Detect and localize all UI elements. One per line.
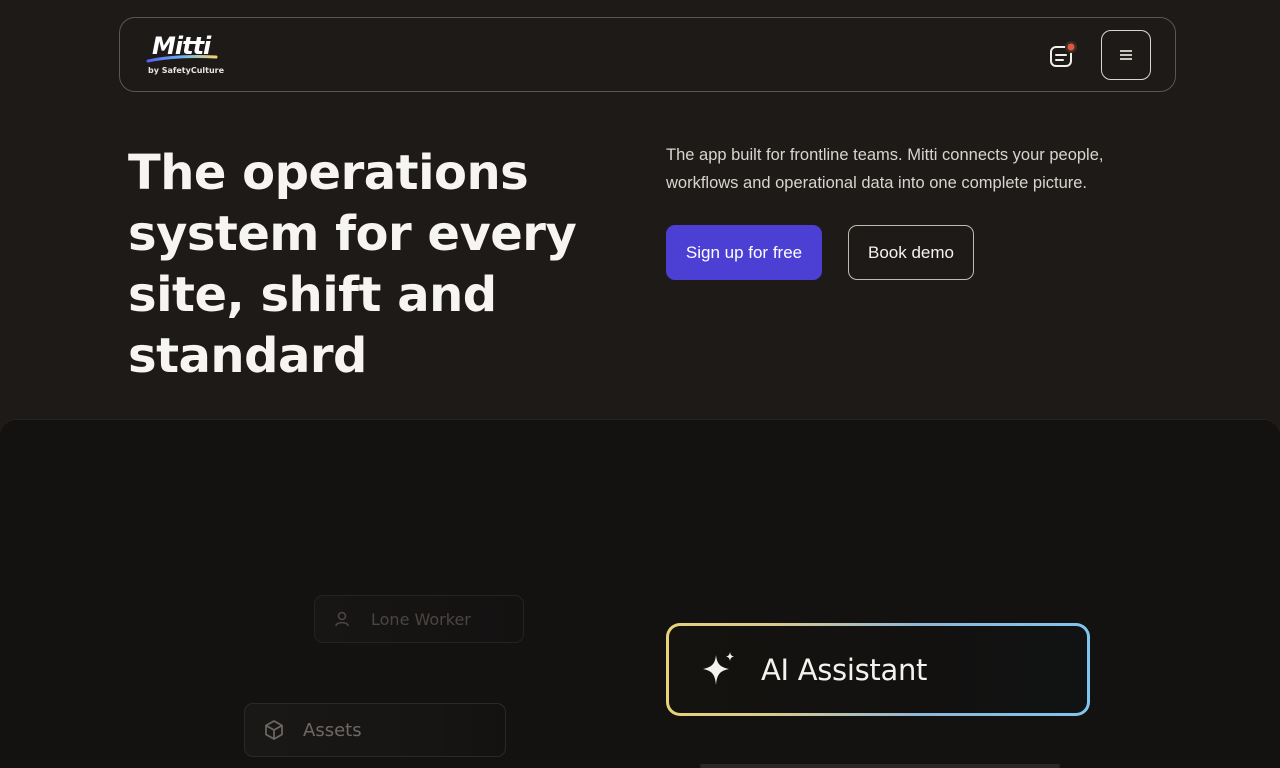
assets-label: Assets bbox=[303, 719, 362, 741]
assets-chip[interactable]: Assets bbox=[244, 703, 506, 757]
hamburger-menu-icon bbox=[1120, 50, 1132, 60]
ai-assistant-card-body: AI Assistant bbox=[669, 626, 1087, 713]
logo-subtitle: by SafetyCulture bbox=[148, 66, 225, 75]
chat-notification-icon bbox=[1050, 41, 1077, 67]
sparkle-icon bbox=[703, 651, 734, 685]
hero-description: The app built for frontline teams. Mitti… bbox=[666, 146, 1104, 192]
lone-worker-label: Lone Worker bbox=[371, 609, 471, 629]
mitti-logo[interactable]: Mitti by SafetyCulture bbox=[146, 32, 226, 78]
book-demo-button[interactable]: Book demo bbox=[848, 225, 974, 280]
hero-title: The operations system for every site, sh… bbox=[128, 145, 577, 384]
ai-assistant-label: AI Assistant bbox=[761, 652, 928, 687]
card-stack-edge bbox=[700, 764, 1060, 768]
page: Mitti by SafetyCulture The operations sy… bbox=[0, 0, 1280, 768]
menu-button[interactable] bbox=[1101, 30, 1151, 80]
chat-notification-button[interactable] bbox=[1046, 40, 1078, 72]
sign-up-button[interactable]: Sign up for free bbox=[666, 225, 822, 280]
logo-swoosh-icon bbox=[146, 55, 218, 63]
ai-assistant-card[interactable]: AI Assistant bbox=[666, 623, 1090, 716]
lone-worker-chip[interactable]: Lone Worker bbox=[314, 595, 524, 643]
person-icon bbox=[331, 608, 353, 630]
product-showcase: Lone Worker Assets AI Assistant bbox=[0, 420, 1280, 768]
top-nav: Mitti by SafetyCulture bbox=[119, 17, 1176, 92]
cube-icon bbox=[263, 719, 285, 741]
